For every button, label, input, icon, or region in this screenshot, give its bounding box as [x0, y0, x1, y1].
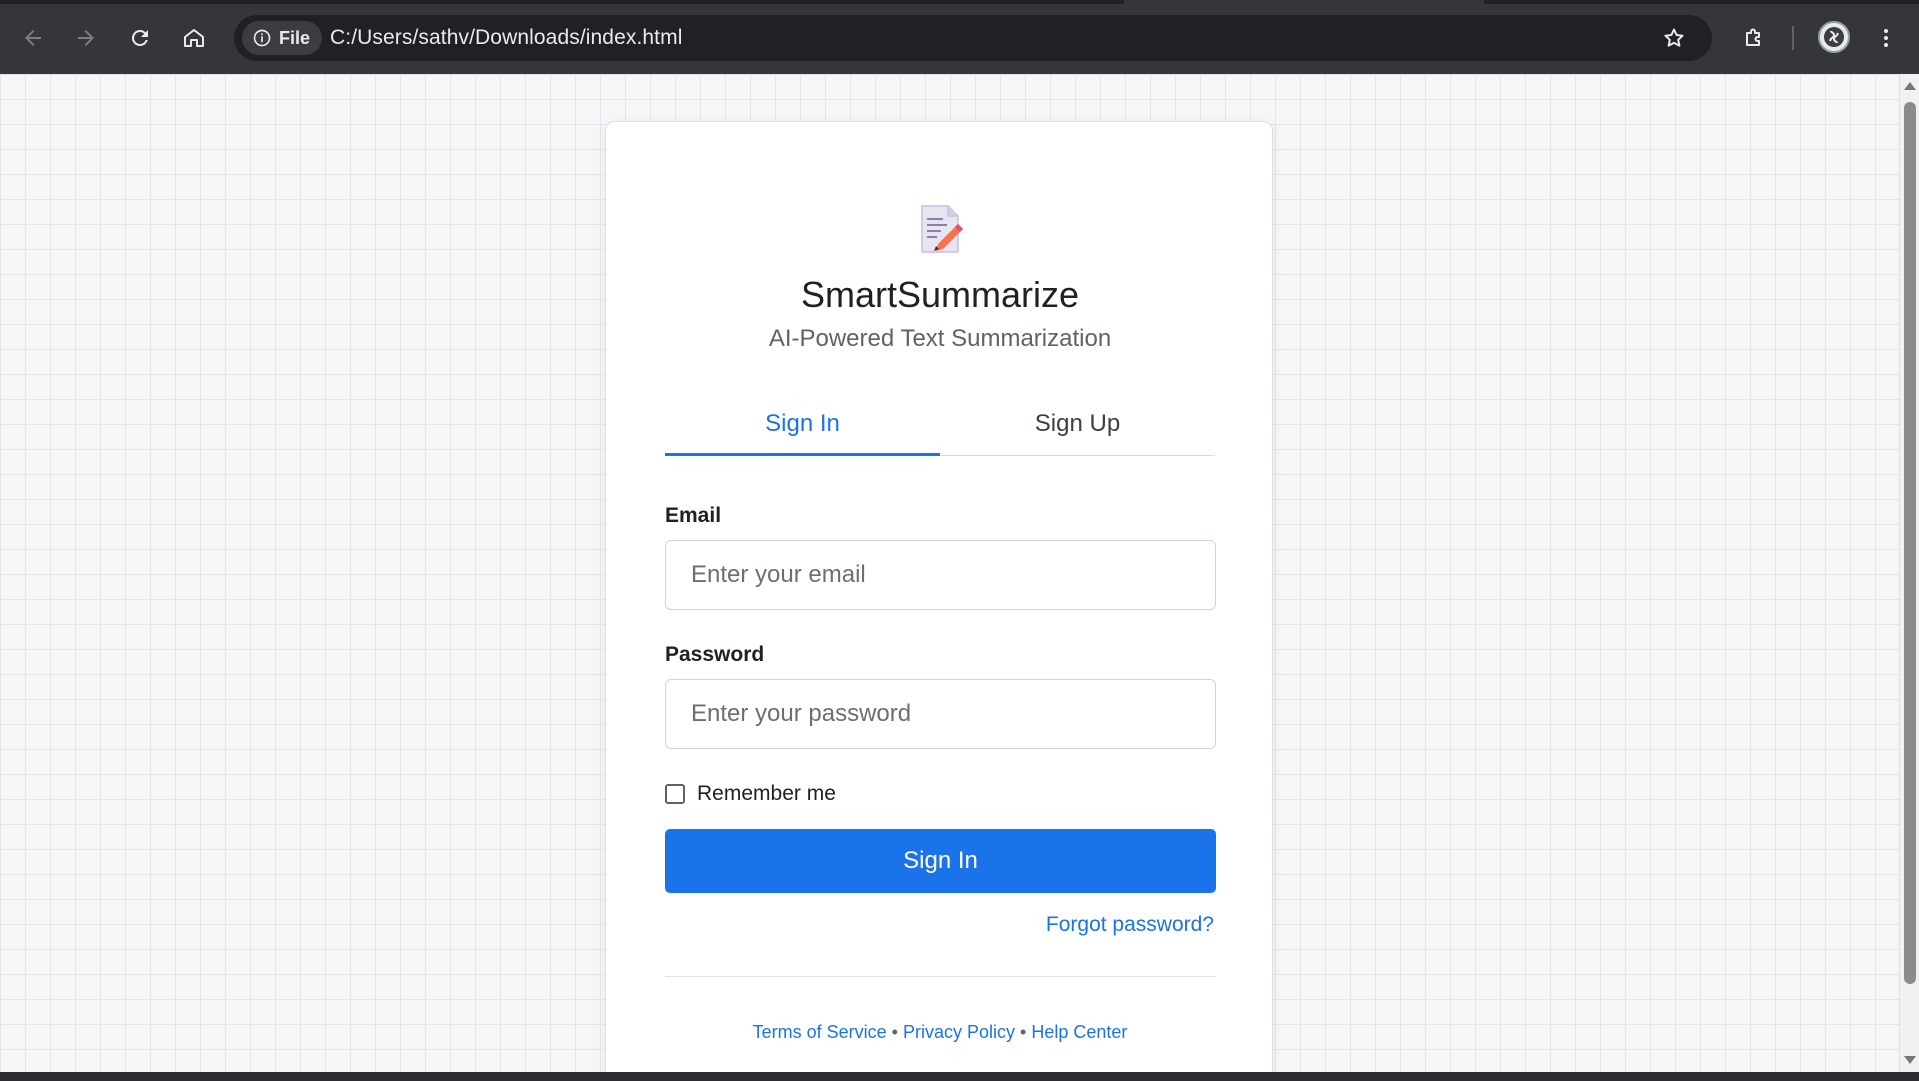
tab-sign-in[interactable]: Sign In [665, 406, 940, 456]
memo-pencil-icon [921, 205, 963, 253]
tab-strip-edge [0, 0, 1124, 4]
arrow-left-icon [25, 30, 41, 46]
site-info-chip[interactable]: File [242, 21, 322, 55]
star-icon [1664, 28, 1684, 47]
divider [665, 976, 1216, 977]
browser-menu-button[interactable] [1868, 20, 1904, 56]
password-field[interactable] [665, 679, 1216, 749]
tab-sign-up[interactable]: Sign Up [940, 406, 1215, 456]
terms-link[interactable]: Terms of Service [753, 1022, 887, 1042]
email-field[interactable] [665, 540, 1216, 610]
kebab-menu-icon [1884, 29, 1888, 47]
avatar[interactable] [1818, 21, 1850, 53]
browser-toolbar: File C:/Users/sathv/Downloads/index.html [0, 0, 1919, 74]
remember-me-label[interactable]: Remember me [697, 782, 836, 806]
reload-button[interactable] [122, 20, 158, 56]
arrow-right-icon [78, 30, 94, 46]
password-label: Password [665, 643, 765, 666]
window-bottom-edge [0, 1072, 1919, 1081]
scroll-down-arrow-icon[interactable] [1904, 1056, 1916, 1064]
home-button[interactable] [176, 20, 212, 56]
address-bar[interactable]: File C:/Users/sathv/Downloads/index.html [234, 15, 1712, 61]
footer-links: Terms of Service • Privacy Policy • Help Cen… [606, 1022, 1274, 1043]
page-viewport: SmartSummarize AI-Powered Text Summariza… [0, 74, 1899, 1072]
app-subtitle: AI-Powered Text Summarization [768, 325, 1112, 352]
bookmark-button[interactable] [1656, 20, 1692, 56]
email-label: Email [665, 504, 722, 527]
toolbar-divider [1792, 26, 1794, 50]
vertical-scrollbar[interactable] [1899, 74, 1919, 1072]
tab-strip-edge [1484, 0, 1919, 4]
footer-separator: • [1020, 1022, 1027, 1042]
remember-me-checkbox[interactable] [665, 784, 685, 804]
info-icon [253, 29, 271, 47]
sign-in-button[interactable]: Sign In [665, 829, 1216, 893]
footer-separator: • [891, 1022, 898, 1042]
site-chip-label: File [279, 27, 311, 48]
reload-icon [131, 29, 148, 46]
home-icon [184, 29, 204, 47]
app-title: SmartSummarize [800, 274, 1080, 315]
extensions-button[interactable] [1736, 20, 1772, 56]
back-button[interactable] [15, 20, 51, 56]
scrollbar-thumb[interactable] [1904, 102, 1916, 984]
forward-button[interactable] [68, 20, 104, 56]
remember-me-row: Remember me [665, 782, 836, 806]
auth-tabs: Sign In Sign Up [665, 406, 1215, 456]
auth-card: SmartSummarize AI-Powered Text Summariza… [605, 121, 1273, 1072]
forgot-password-link[interactable]: Forgot password? [1046, 913, 1214, 937]
puzzle-icon [1746, 28, 1760, 46]
scroll-up-arrow-icon[interactable] [1904, 82, 1916, 90]
help-center-link[interactable]: Help Center [1031, 1022, 1127, 1042]
profile-avatar-icon [1824, 27, 1844, 47]
url-text[interactable]: C:/Users/sathv/Downloads/index.html [330, 26, 682, 50]
privacy-link[interactable]: Privacy Policy [903, 1022, 1015, 1042]
